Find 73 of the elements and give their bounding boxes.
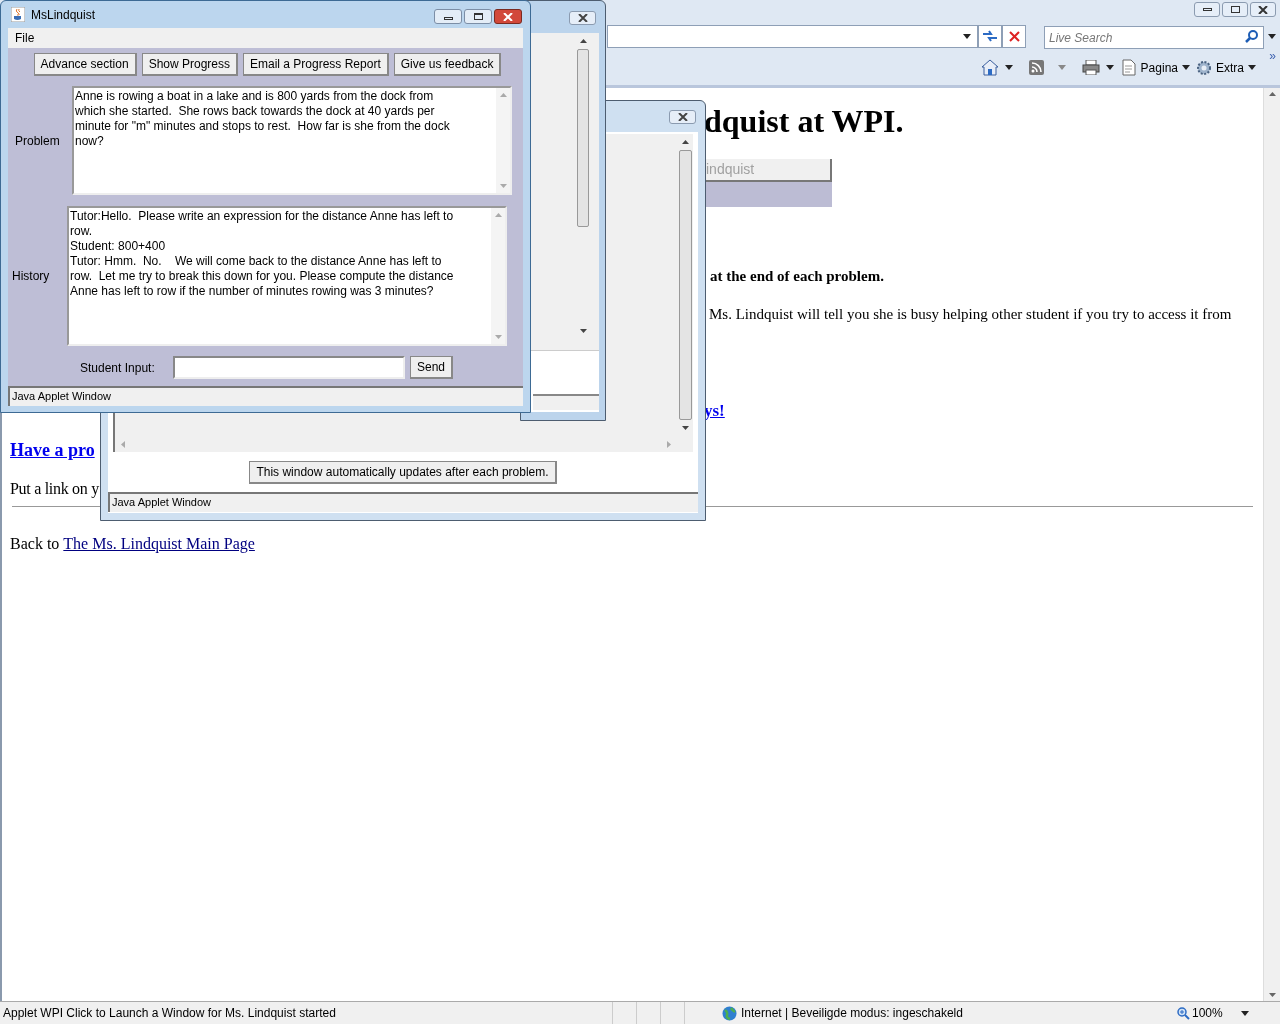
history-text: Tutor:Hello. Please write an expression for the distance Anne has left to row. Student: 800+400 Tutor: Hmm. No. We will come back to the distance Anne has left to row. Let me try to break this down for you. Please compute the distance Anne has left to row if the number of minutes rowing was 3 minutes?	[69, 208, 455, 300]
print-icon[interactable]	[1081, 60, 1100, 75]
window-title: MsLindquist	[31, 6, 97, 24]
search-field[interactable]: Live Search	[1044, 26, 1264, 49]
scrollbar[interactable]	[1263, 88, 1280, 1001]
dropdown-caret-icon[interactable]	[1268, 33, 1276, 39]
page-menu-button[interactable]: Pagina	[1121, 58, 1190, 77]
tools-menu-button[interactable]: Extra	[1196, 58, 1256, 77]
dropdown-caret-icon[interactable]	[963, 33, 971, 39]
stop-button[interactable]	[1002, 24, 1026, 48]
send-button[interactable]: Send	[410, 356, 454, 379]
paragraph-text: Ms. Lindquist will tell you she is busy helping other student if you try to access it from	[709, 305, 1233, 323]
applet-status-bar: Java Applet Window	[108, 492, 698, 512]
scroll-thumb[interactable]	[577, 49, 589, 227]
status-message: Applet WPI Click to Launch a Window for Ms. Lindquist started	[2, 1005, 337, 1022]
maximize-button[interactable]	[464, 9, 492, 24]
close-icon	[503, 12, 513, 21]
problem-text: Anne is rowing a boat in a lake and is 800 yards from the dock from which she started. She rows back towards the dock at 40 yards per minute for "m" minutes and stops to rest. How far is she from the dock now?	[74, 88, 451, 150]
more-tools-button[interactable]: »	[1269, 50, 1276, 62]
paragraph-text: Put a link on y	[10, 479, 99, 498]
gear-icon	[1196, 59, 1212, 76]
menu-item[interactable]: File	[15, 29, 35, 47]
search-icon[interactable]	[1245, 29, 1258, 43]
stop-icon	[1008, 30, 1020, 42]
notice-button[interactable]: This window automatically updates after each problem.	[249, 460, 557, 484]
scroll-up-icon[interactable]	[579, 39, 587, 43]
page-heading: dquist at WPI.	[704, 103, 905, 140]
student-input-field[interactable]	[173, 356, 405, 379]
applet-status-bar: Java Applet Window	[8, 386, 523, 406]
close-button[interactable]	[494, 9, 522, 24]
close-icon	[677, 113, 688, 121]
scroll-down-icon[interactable]	[681, 426, 689, 430]
back-text: Back to	[10, 534, 60, 553]
student-input-label: Student Input:	[80, 359, 156, 377]
dropdown-caret-icon[interactable]	[1004, 65, 1013, 70]
scroll-up-icon[interactable]	[1268, 92, 1276, 96]
address-field[interactable]	[607, 24, 978, 48]
dropdown-caret-icon[interactable]	[1105, 65, 1114, 70]
toolbar-button[interactable]: Show Progress	[141, 53, 238, 76]
caret-icon	[1182, 65, 1190, 70]
zoom-button[interactable]: 100%	[1177, 1004, 1223, 1022]
main-page-link[interactable]: The Ms. Lindquist Main Page	[63, 534, 255, 553]
toolbar-button[interactable]: Give us feedback	[393, 53, 502, 76]
refresh-button[interactable]	[978, 24, 1002, 48]
refresh-icon	[982, 30, 998, 42]
minimize-button[interactable]	[434, 9, 462, 24]
dropdown-caret-icon[interactable]	[1240, 1010, 1249, 1016]
close-icon	[1258, 5, 1268, 14]
scroll-thumb[interactable]	[678, 150, 692, 420]
minimize-button[interactable]	[1194, 2, 1220, 17]
applet-status-bar	[533, 394, 599, 410]
zoom-icon	[1177, 1006, 1190, 1020]
close-button[interactable]	[1250, 2, 1276, 17]
toolbar-button[interactable]: Email a Progress Report	[243, 53, 389, 76]
problem-label: Problem	[14, 132, 61, 150]
restore-button[interactable]	[1222, 2, 1248, 17]
scroll-down-icon[interactable]	[1268, 993, 1276, 997]
security-zone-text: Internet | Beveiligde modus: ingeschakeld	[741, 1005, 964, 1022]
instruction-text: at the end of each problem.	[710, 267, 885, 285]
globe-icon	[722, 1005, 737, 1021]
caret-icon	[1248, 65, 1256, 70]
scroll-down-icon[interactable]	[579, 329, 587, 333]
scroll-up-icon[interactable]	[681, 140, 689, 144]
close-icon	[577, 14, 588, 22]
history-label: History	[11, 268, 51, 285]
page-icon	[1121, 59, 1137, 76]
java-cup-icon	[11, 7, 25, 22]
close-button[interactable]	[569, 11, 596, 25]
home-icon[interactable]	[980, 59, 999, 76]
close-button[interactable]	[669, 110, 696, 124]
feed-icon[interactable]	[1028, 60, 1044, 75]
problem-link[interactable]: Have a pro	[10, 440, 95, 461]
toolbar-button[interactable]: Advance section	[33, 53, 137, 76]
